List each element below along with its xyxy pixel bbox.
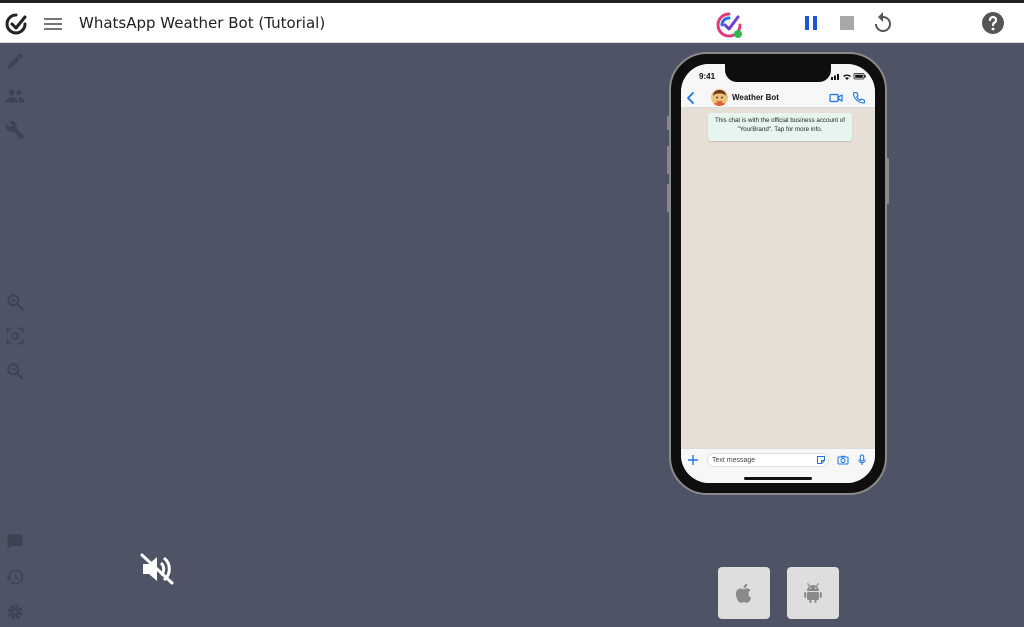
stop-icon[interactable] [837, 13, 857, 33]
video-call-icon[interactable] [829, 91, 843, 105]
help-icon[interactable] [981, 11, 1005, 35]
logo-check-icon[interactable] [4, 12, 28, 36]
contact-name[interactable]: Weather Bot [732, 93, 779, 102]
brand-logo-icon [716, 12, 742, 38]
pause-icon[interactable] [801, 13, 821, 33]
chat-header: Weather Bot [681, 88, 875, 108]
status-time: 9:41 [699, 72, 716, 81]
phone-volume-up [667, 146, 670, 174]
speaker-muted-icon[interactable] [137, 549, 177, 589]
pencil-icon[interactable] [5, 51, 25, 71]
plus-icon[interactable] [687, 454, 699, 466]
phone-simulator: 9:41 Weather Bot This chat is with the o… [667, 52, 889, 495]
chat-area: This chat is with the official business … [681, 108, 875, 448]
hamburger-menu-icon[interactable] [43, 15, 63, 33]
phone-notch [725, 64, 831, 82]
phone-volume-down [667, 184, 670, 212]
zoom-in-icon[interactable] [5, 292, 25, 312]
signal-wifi-battery-icon [831, 73, 866, 80]
top-toolbar: WhatsApp Weather Bot (Tutorial) [0, 3, 1024, 43]
phone-screen: 9:41 Weather Bot This chat is with the o… [681, 64, 875, 483]
business-notice[interactable]: This chat is with the official business … [708, 113, 852, 141]
chat-icon[interactable] [5, 532, 25, 552]
left-sidebar [0, 44, 34, 627]
microphone-icon[interactable] [857, 454, 867, 466]
zoom-out-icon[interactable] [5, 361, 25, 381]
phone-silent-switch [667, 116, 670, 130]
page-title: WhatsApp Weather Bot (Tutorial) [79, 14, 326, 32]
back-chevron-icon[interactable] [685, 91, 697, 105]
ios-platform-button[interactable] [718, 567, 770, 619]
settings-icon[interactable] [5, 602, 25, 622]
avatar[interactable] [711, 89, 728, 106]
android-icon [804, 583, 822, 603]
message-input[interactable]: Text message [707, 453, 829, 467]
wrench-icon[interactable] [5, 120, 25, 140]
phone-power-button [886, 158, 889, 204]
message-input-bar: Text message [681, 448, 875, 470]
restart-icon[interactable] [871, 11, 895, 35]
camera-icon[interactable] [837, 454, 849, 466]
phone-call-icon[interactable] [852, 91, 866, 105]
people-icon[interactable] [5, 86, 25, 106]
sticker-icon[interactable] [816, 455, 826, 465]
android-platform-button[interactable] [787, 567, 839, 619]
history-icon[interactable] [5, 567, 25, 587]
apple-icon [735, 583, 752, 603]
home-indicator[interactable] [744, 477, 812, 480]
fit-screen-icon[interactable] [5, 326, 25, 346]
